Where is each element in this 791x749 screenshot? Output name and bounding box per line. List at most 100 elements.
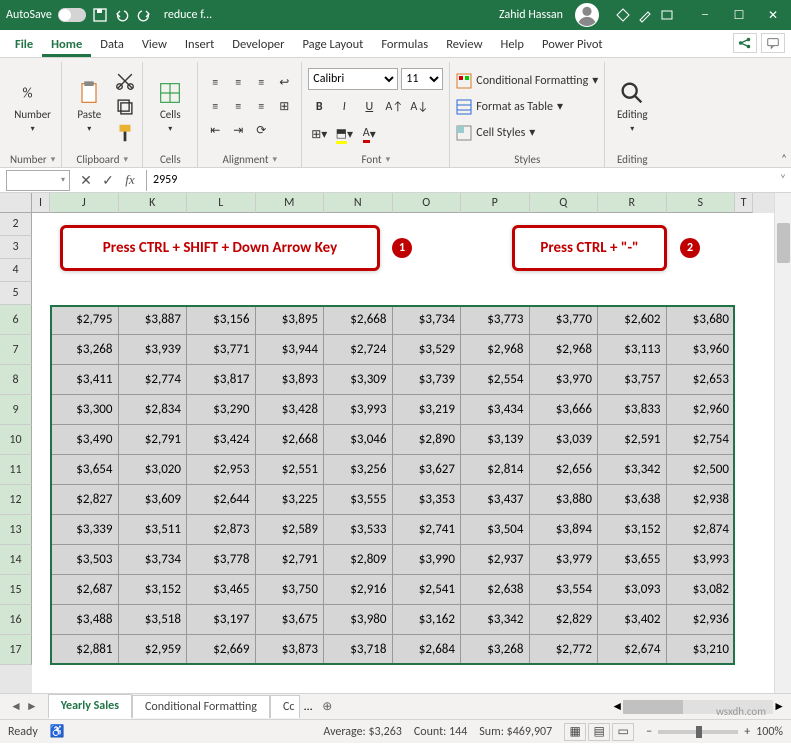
- cell[interactable]: $2,669: [187, 635, 256, 665]
- sheet-next-icon[interactable]: ►: [26, 699, 38, 714]
- cell[interactable]: $3,309: [324, 365, 393, 395]
- column-header[interactable]: Q: [530, 193, 599, 213]
- cell[interactable]: $3,680: [667, 305, 736, 335]
- cell[interactable]: $3,402: [598, 605, 667, 635]
- cell[interactable]: $3,638: [598, 485, 667, 515]
- tab-page-layout[interactable]: Page Layout: [293, 32, 372, 57]
- cell[interactable]: $2,638: [461, 575, 530, 605]
- cell[interactable]: $2,890: [393, 425, 462, 455]
- enter-formula-icon[interactable]: ✓: [98, 172, 118, 189]
- comments-button[interactable]: [761, 33, 785, 53]
- table-row[interactable]: $3,300$2,834$3,290$3,428$3,993$3,219$3,4…: [32, 395, 774, 425]
- tab-file[interactable]: File: [6, 32, 42, 57]
- collapse-ribbon-icon[interactable]: ˄: [781, 152, 787, 165]
- table-row[interactable]: $3,268$3,939$3,771$3,944$2,724$3,529$2,9…: [32, 335, 774, 365]
- sheet-tabs-more-icon[interactable]: …: [300, 700, 316, 714]
- row-header[interactable]: 14: [0, 545, 32, 575]
- table-row[interactable]: $3,503$3,734$3,778$2,791$2,809$3,990$2,9…: [32, 545, 774, 575]
- cell[interactable]: $3,511: [119, 515, 188, 545]
- cell[interactable]: $2,687: [50, 575, 119, 605]
- indent-right-icon[interactable]: ⇥: [227, 120, 249, 142]
- sheet-tab-conditional-formatting[interactable]: Conditional Formatting: [132, 695, 270, 718]
- table-row[interactable]: $2,827$3,609$2,644$3,225$3,555$3,353$3,4…: [32, 485, 774, 515]
- cell[interactable]: $3,342: [461, 605, 530, 635]
- row-header[interactable]: 3: [0, 236, 32, 259]
- cell[interactable]: $2,916: [324, 575, 393, 605]
- cells-button[interactable]: Cells ▾: [149, 77, 191, 135]
- cell[interactable]: $2,668: [256, 425, 325, 455]
- minimize-button[interactable]: ─: [693, 8, 717, 23]
- row-header[interactable]: 12: [0, 485, 32, 515]
- cell[interactable]: $2,541: [393, 575, 462, 605]
- column-header[interactable]: M: [256, 193, 325, 213]
- cell[interactable]: $3,939: [119, 335, 188, 365]
- cell[interactable]: $3,554: [530, 575, 599, 605]
- column-header[interactable]: S: [667, 193, 736, 213]
- cell[interactable]: $3,675: [256, 605, 325, 635]
- cell[interactable]: $3,210: [667, 635, 736, 665]
- cell[interactable]: $2,937: [461, 545, 530, 575]
- cell[interactable]: $3,020: [119, 455, 188, 485]
- toggle-icon[interactable]: [58, 8, 86, 22]
- cell[interactable]: $2,589: [256, 515, 325, 545]
- merge-icon[interactable]: ⊞: [273, 96, 295, 118]
- cell[interactable]: $3,225: [256, 485, 325, 515]
- select-all-corner[interactable]: [0, 193, 32, 213]
- cell[interactable]: $2,554: [461, 365, 530, 395]
- cell[interactable]: $3,979: [530, 545, 599, 575]
- accessibility-icon[interactable]: ♿: [50, 724, 65, 739]
- cancel-formula-icon[interactable]: ✕: [76, 172, 96, 189]
- cell[interactable]: $3,555: [324, 485, 393, 515]
- italic-button[interactable]: I: [333, 96, 355, 118]
- row-header[interactable]: 16: [0, 605, 32, 635]
- maximize-button[interactable]: ☐: [727, 8, 751, 23]
- table-row[interactable]: $3,654$3,020$2,953$2,551$3,256$3,627$2,8…: [32, 455, 774, 485]
- column-header[interactable]: L: [187, 193, 256, 213]
- wrap-text-icon[interactable]: ↩: [273, 72, 295, 94]
- close-button[interactable]: ✕: [761, 8, 785, 23]
- row-header[interactable]: 2: [0, 213, 32, 236]
- cell[interactable]: $2,829: [530, 605, 599, 635]
- align-top-icon[interactable]: ≡: [204, 72, 226, 94]
- cell[interactable]: $3,139: [461, 425, 530, 455]
- cell[interactable]: $3,734: [119, 545, 188, 575]
- cell[interactable]: $3,488: [50, 605, 119, 635]
- cell[interactable]: $3,434: [461, 395, 530, 425]
- cell[interactable]: $3,887: [119, 305, 188, 335]
- sheet-tab-cc[interactable]: Cc: [270, 695, 300, 718]
- tab-insert[interactable]: Insert: [176, 32, 223, 57]
- zoom-slider[interactable]: [658, 730, 738, 734]
- table-row[interactable]: $3,490$2,791$3,424$2,668$3,046$2,890$3,1…: [32, 425, 774, 455]
- align-left-icon[interactable]: ≡: [204, 96, 226, 118]
- cell[interactable]: $3,990: [393, 545, 462, 575]
- zoom-level[interactable]: 100%: [756, 725, 783, 739]
- table-row[interactable]: $2,795$3,887$3,156$3,895$2,668$3,734$3,7…: [32, 305, 774, 335]
- cell[interactable]: $3,894: [530, 515, 599, 545]
- cell[interactable]: $2,795: [50, 305, 119, 335]
- border-icon[interactable]: ⊞▾: [308, 124, 330, 146]
- cell[interactable]: $3,880: [530, 485, 599, 515]
- tab-formulas[interactable]: Formulas: [372, 32, 437, 57]
- sheet-prev-icon[interactable]: ◄: [10, 699, 22, 714]
- page-layout-view-icon[interactable]: ▤: [588, 723, 610, 741]
- cell[interactable]: $2,656: [530, 455, 599, 485]
- cell[interactable]: $3,162: [393, 605, 462, 635]
- cell[interactable]: $2,968: [530, 335, 599, 365]
- cell[interactable]: $2,791: [256, 545, 325, 575]
- pen-icon[interactable]: [637, 7, 653, 23]
- align-bottom-icon[interactable]: ≡: [250, 72, 272, 94]
- format-painter-icon[interactable]: [114, 122, 136, 144]
- cell[interactable]: $2,644: [187, 485, 256, 515]
- cell[interactable]: $3,654: [50, 455, 119, 485]
- font-color-icon[interactable]: A▾: [358, 124, 380, 146]
- row-header[interactable]: 13: [0, 515, 32, 545]
- cell[interactable]: $3,529: [393, 335, 462, 365]
- cell[interactable]: $3,944: [256, 335, 325, 365]
- table-row[interactable]: $2,881$2,959$2,669$3,873$3,718$2,684$3,2…: [32, 635, 774, 665]
- cell[interactable]: $3,533: [324, 515, 393, 545]
- row-header[interactable]: 7: [0, 335, 32, 365]
- cell[interactable]: $3,268: [461, 635, 530, 665]
- cell[interactable]: $2,668: [324, 305, 393, 335]
- cell[interactable]: $3,993: [667, 545, 736, 575]
- cell[interactable]: $2,500: [667, 455, 736, 485]
